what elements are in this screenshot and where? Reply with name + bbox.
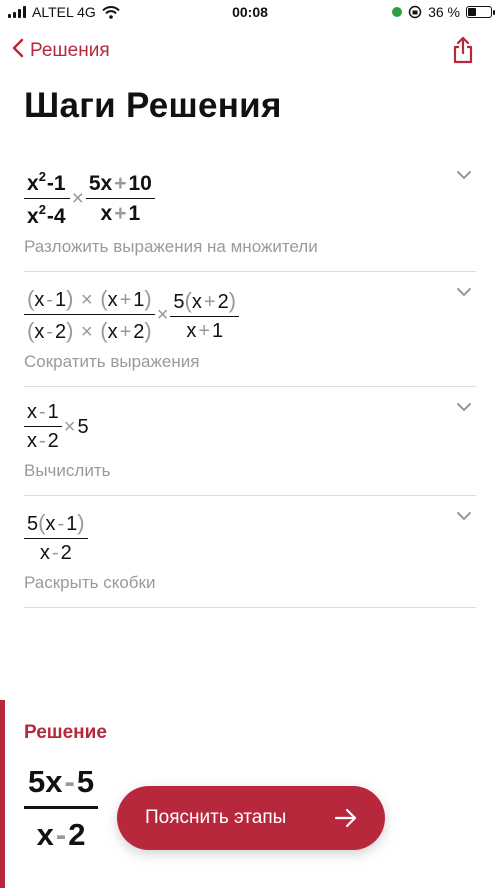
fraction: 5x+10 x+1: [85, 172, 155, 226]
times-operator: ×: [63, 415, 76, 438]
step-4-expression: 5(x -1) x-2: [24, 510, 476, 565]
solution-expression: 5x-5 x-2: [24, 764, 99, 853]
times-operator: ×: [156, 303, 169, 326]
battery-icon: [466, 6, 495, 18]
times-operator: ×: [71, 187, 84, 210]
chevron-down-icon[interactable]: [456, 508, 472, 526]
fraction: 5(x +2) x +1: [170, 288, 240, 343]
step-3-expression: x-1 x-2 × 5: [24, 401, 476, 453]
step-description: Разложить выражения на множители: [24, 237, 318, 256]
battery-percent: 36 %: [428, 4, 460, 20]
step-2[interactable]: (x -1) × (x +1) (x -2) × (x +2) × 5(x +2) x +1…: [24, 272, 476, 387]
steps-list: x2-1 x2-4 × 5x+10 x+1 Разложить выражени…: [0, 155, 500, 608]
explain-steps-button[interactable]: Пояснить этапы: [117, 786, 385, 850]
chevron-down-icon[interactable]: [456, 399, 472, 417]
fraction: x-1 x-2: [24, 401, 62, 453]
factor: 5: [77, 415, 89, 438]
rotation-lock-icon: [408, 5, 422, 19]
back-button[interactable]: Решения: [12, 38, 110, 64]
location-dot-icon: [392, 7, 403, 17]
fraction: (x -1) × (x +1) (x -2) × (x +2): [24, 286, 155, 344]
step-description: Вычислить: [24, 461, 111, 480]
step-3[interactable]: x-1 x-2 × 5 Вычислить: [24, 387, 476, 496]
step-description: Раскрыть скобки: [24, 573, 156, 592]
step-1[interactable]: x2-1 x2-4 × 5x+10 x+1 Разложить выражени…: [24, 155, 476, 272]
status-bar: ALTEL 4G 00:08 36 %: [0, 0, 500, 26]
step-4[interactable]: 5(x -1) x-2 Раскрыть скобки: [24, 496, 476, 608]
accent-bar: [0, 700, 5, 888]
fraction: 5(x -1) x-2: [24, 510, 88, 565]
step-2-expression: (x -1) × (x +1) (x -2) × (x +2) × 5(x +2) x +1: [24, 286, 476, 344]
share-button[interactable]: [452, 36, 474, 69]
explain-steps-label: Пояснить этапы: [145, 807, 287, 828]
step-description: Сократить выражения: [24, 352, 200, 371]
back-label: Решения: [30, 40, 110, 61]
chevron-left-icon: [12, 38, 24, 64]
step-1-expression: x2-1 x2-4 × 5x+10 x+1: [24, 169, 476, 229]
page-title: Шаги Решения: [24, 86, 282, 125]
solution-label: Решение: [24, 722, 107, 743]
arrow-right-icon: [333, 805, 359, 837]
share-icon: [452, 36, 474, 68]
fraction: 5x-5 x-2: [24, 764, 99, 853]
chevron-down-icon[interactable]: [456, 167, 472, 185]
chevron-down-icon[interactable]: [456, 284, 472, 302]
fraction: x2-1 x2-4: [24, 169, 70, 229]
battery-fill: [468, 8, 476, 16]
